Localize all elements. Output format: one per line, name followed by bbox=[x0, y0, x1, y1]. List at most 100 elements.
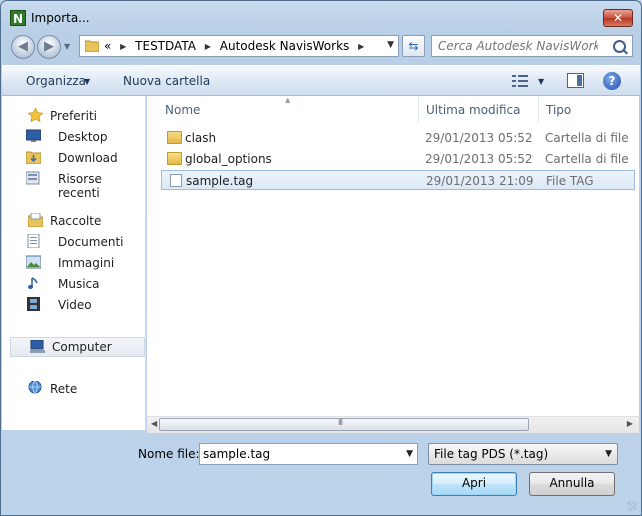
filename-combobox[interactable]: ▼ bbox=[199, 443, 418, 465]
close-button[interactable]: ✕ bbox=[603, 9, 633, 27]
sidebar-item-label: Download bbox=[58, 151, 118, 165]
address-dropdown-icon[interactable]: ▼ bbox=[387, 40, 394, 50]
forward-arrow-icon[interactable]: ▶ bbox=[37, 35, 61, 59]
file-modified: 29/01/2013 05:52 bbox=[425, 152, 533, 166]
open-file-dialog: N Importa... ✕ ◀ ▶ ▼ « ▶ TESTDATA ▶ Auto… bbox=[0, 0, 642, 516]
breadcrumb: « ▶ TESTDATA ▶ Autodesk NavisWorks ▶ bbox=[104, 39, 369, 53]
sidebar-item-label: Computer bbox=[52, 340, 112, 354]
help-icon[interactable]: ? bbox=[603, 72, 621, 90]
filetype-value: File tag PDS (*.tag) bbox=[434, 447, 549, 461]
back-arrow-icon[interactable]: ◀ bbox=[11, 35, 35, 59]
file-icon bbox=[170, 174, 182, 187]
search-icon[interactable] bbox=[613, 40, 626, 53]
desktop-icon bbox=[26, 129, 41, 142]
network-icon bbox=[28, 381, 42, 394]
sidebar-item-video[interactable]: Video bbox=[2, 295, 145, 315]
sidebar-item-risorse-recenti[interactable]: Risorse recenti bbox=[2, 169, 145, 200]
filename-field[interactable] bbox=[203, 446, 393, 462]
organize-button[interactable]: Organizza bbox=[26, 74, 86, 88]
new-folder-button[interactable]: Nuova cartella bbox=[123, 74, 210, 88]
sidebar-item-label: Immagini bbox=[58, 256, 115, 270]
sidebar-item-raccolte[interactable]: Raccolte bbox=[2, 211, 145, 231]
file-type: File TAG bbox=[546, 174, 594, 188]
sidebar-item-label: Musica bbox=[58, 277, 100, 291]
column-divider[interactable] bbox=[418, 96, 419, 122]
folder-icon bbox=[85, 40, 99, 52]
filetype-select[interactable]: File tag PDS (*.tag) ▼ bbox=[428, 443, 618, 465]
sidebar-item-musica[interactable]: Musica bbox=[2, 274, 145, 294]
preview-pane-icon[interactable] bbox=[567, 73, 584, 88]
resize-grip-icon[interactable] bbox=[627, 501, 637, 511]
chevron-right-icon[interactable]: ▶ bbox=[120, 42, 126, 51]
file-name: sample.tag bbox=[186, 174, 254, 188]
breadcrumb-item-navisworks[interactable]: Autodesk NavisWorks bbox=[220, 39, 350, 53]
sidebar-item-preferiti[interactable]: Preferiti bbox=[2, 106, 145, 126]
file-list: ▲ Nome Ultima modifica Tipo clash 29/01/… bbox=[147, 96, 639, 430]
computer-icon bbox=[30, 340, 45, 353]
chevron-right-icon[interactable]: ▶ bbox=[358, 42, 364, 51]
pictures-icon bbox=[26, 255, 41, 269]
sidebar-item-label: Rete bbox=[50, 382, 78, 396]
open-button[interactable]: Apri bbox=[431, 472, 517, 496]
file-row-global-options[interactable]: global_options 29/01/2013 05:52 Cartella… bbox=[161, 149, 635, 169]
documents-icon bbox=[27, 234, 40, 248]
refresh-button[interactable]: ⇆ bbox=[402, 35, 425, 57]
column-header-name[interactable]: Nome bbox=[165, 103, 200, 117]
sidebar-item-immagini[interactable]: Immagini bbox=[2, 253, 145, 273]
folder-icon bbox=[167, 131, 182, 144]
title-bar[interactable]: N Importa... ✕ bbox=[1, 1, 641, 33]
file-name: global_options bbox=[185, 152, 272, 166]
star-icon bbox=[28, 108, 43, 122]
dialog-footer: Nome file: ▼ File tag PDS (*.tag) ▼ Apri… bbox=[1, 433, 641, 515]
address-bar[interactable]: « ▶ TESTDATA ▶ Autodesk NavisWorks ▶ ▼ bbox=[79, 35, 399, 57]
sort-ascending-icon: ▲ bbox=[285, 96, 291, 104]
cancel-button[interactable]: Annulla bbox=[529, 472, 615, 496]
file-row-sample-tag[interactable]: sample.tag 29/01/2013 21:09 File TAG bbox=[161, 170, 635, 190]
file-type: Cartella di file bbox=[545, 152, 629, 166]
sidebar-item-label: Preferiti bbox=[50, 109, 97, 123]
scrollbar-thumb[interactable] bbox=[159, 418, 529, 431]
recent-places-icon bbox=[26, 171, 40, 185]
sidebar-item-desktop[interactable]: Desktop bbox=[2, 127, 145, 147]
file-row-clash[interactable]: clash 29/01/2013 05:52 Cartella di file bbox=[161, 128, 635, 148]
sidebar-item-label: Desktop bbox=[58, 130, 108, 144]
libraries-icon bbox=[28, 213, 43, 227]
file-modified: 29/01/2013 21:09 bbox=[426, 174, 534, 188]
chevron-down-icon[interactable]: ▼ bbox=[406, 449, 413, 459]
sidebar-item-label: Risorse recenti bbox=[58, 172, 102, 200]
sidebar-item-computer[interactable]: Computer bbox=[10, 337, 145, 357]
recent-locations-dropdown-icon[interactable]: ▼ bbox=[64, 42, 70, 51]
horizontal-scrollbar[interactable]: ◀ ▶ bbox=[147, 416, 639, 433]
folder-icon bbox=[167, 152, 182, 165]
file-type: Cartella di file bbox=[545, 131, 629, 145]
chevron-down-icon[interactable]: ▼ bbox=[538, 77, 544, 86]
sidebar-item-documenti[interactable]: Documenti bbox=[2, 232, 145, 252]
search-box[interactable] bbox=[431, 35, 633, 57]
sidebar-item-download[interactable]: Download bbox=[2, 148, 145, 168]
download-folder-icon bbox=[26, 151, 41, 164]
chevron-down-icon[interactable]: ▼ bbox=[605, 449, 612, 459]
column-divider[interactable] bbox=[538, 96, 539, 122]
chevron-right-icon[interactable]: ▶ bbox=[205, 42, 211, 51]
scroll-right-icon[interactable]: ▶ bbox=[627, 419, 633, 428]
window-title: Importa... bbox=[31, 11, 90, 25]
sidebar-item-label: Raccolte bbox=[50, 214, 102, 228]
navigation-bar: ◀ ▶ ▼ « ▶ TESTDATA ▶ Autodesk NavisWorks… bbox=[9, 33, 633, 61]
breadcrumb-item-testdata[interactable]: TESTDATA bbox=[135, 39, 196, 53]
navigation-pane: Preferiti Desktop Download Risorse recen… bbox=[2, 96, 146, 430]
file-modified: 29/01/2013 05:52 bbox=[425, 131, 533, 145]
video-icon bbox=[27, 297, 40, 311]
chevron-down-icon[interactable]: ▼ bbox=[84, 77, 90, 86]
column-header-modified[interactable]: Ultima modifica bbox=[426, 103, 521, 117]
column-header-type[interactable]: Tipo bbox=[546, 103, 571, 117]
sidebar-item-rete[interactable]: Rete bbox=[2, 379, 145, 399]
music-icon bbox=[28, 277, 38, 289]
scroll-left-icon[interactable]: ◀ bbox=[151, 419, 157, 428]
filename-label: Nome file: bbox=[138, 447, 200, 461]
file-name: clash bbox=[185, 131, 217, 145]
search-input[interactable] bbox=[438, 38, 598, 54]
change-view-icon[interactable] bbox=[512, 74, 528, 88]
breadcrumb-overflow[interactable]: « bbox=[104, 39, 111, 53]
navisworks-app-icon: N bbox=[10, 10, 26, 26]
sidebar-item-label: Video bbox=[58, 298, 92, 312]
